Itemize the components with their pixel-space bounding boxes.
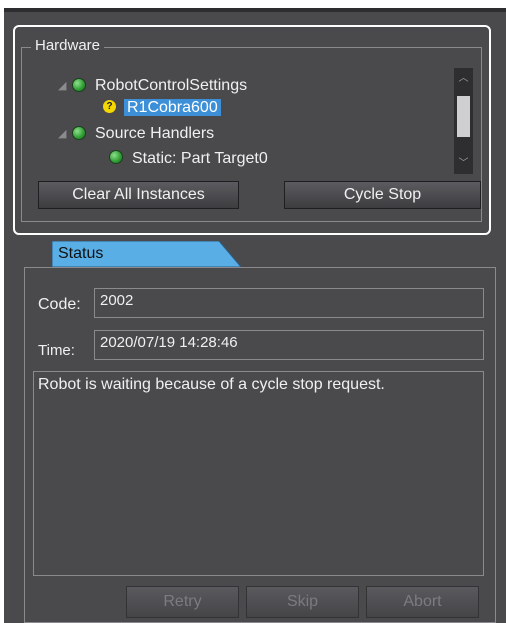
abort-button[interactable]: Abort — [366, 586, 479, 618]
tree-item-label: Static: Part Target0 — [132, 150, 268, 167]
tab-status[interactable]: Status — [52, 241, 242, 267]
scroll-down-icon[interactable]: ﹀ — [454, 155, 473, 172]
green-status-dot-icon — [72, 125, 86, 140]
green-status-dot-icon — [109, 150, 123, 165]
tree-item-label: R1Cobra600 — [124, 99, 221, 116]
cycle-stop-button[interactable]: Cycle Stop — [284, 181, 481, 209]
clear-all-instances-button[interactable]: Clear All Instances — [38, 181, 239, 209]
tree-item-label: Source Handlers — [95, 125, 215, 143]
tree-item-source-handlers[interactable]: ◢ Source Handlers — [58, 123, 214, 145]
tree-item-r1cobra600[interactable]: ? R1Cobra600 — [103, 97, 221, 119]
time-label: Time: — [38, 342, 75, 359]
retry-button[interactable]: Retry — [126, 586, 239, 618]
skip-button[interactable]: Skip — [246, 586, 359, 618]
expand-arrow-icon[interactable]: ◢ — [58, 123, 72, 145]
expand-arrow-icon[interactable]: ◢ — [58, 75, 72, 97]
tree-item-robot-control-settings[interactable]: ◢ RobotControlSettings — [58, 75, 247, 97]
tree-item-static-part-target0[interactable]: Static: Part Target0 — [109, 148, 268, 170]
scrollbar-thumb[interactable] — [457, 96, 470, 137]
hardware-group-title: Hardware — [31, 36, 105, 56]
tree-item-label: RobotControlSettings — [95, 77, 248, 95]
question-warning-icon: ? — [103, 99, 116, 113]
code-label: Code: — [38, 296, 81, 313]
time-field: 2020/07/19 14:28:46 — [94, 330, 484, 360]
status-message-box: Robot is waiting because of a cycle stop… — [33, 371, 484, 576]
window-top-bar — [4, 8, 506, 12]
tree-scrollbar[interactable]: ︿ ﹀ — [454, 68, 473, 174]
scroll-up-icon[interactable]: ︿ — [454, 70, 473, 87]
green-status-dot-icon — [72, 77, 86, 92]
code-field: 2002 — [94, 288, 484, 318]
tab-status-label: Status — [58, 245, 104, 262]
status-message-text: Robot is waiting because of a cycle stop… — [38, 376, 385, 393]
